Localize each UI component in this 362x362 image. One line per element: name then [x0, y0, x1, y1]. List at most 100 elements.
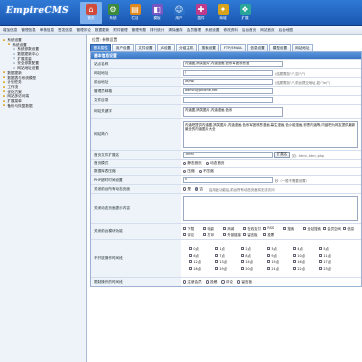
module-checkbox[interactable]: 信息 — [343, 226, 361, 231]
hour-checkbox[interactable]: 17点 — [319, 259, 345, 264]
tab-1[interactable]: 用户设置 — [112, 44, 134, 51]
module-checkbox[interactable]: 下载 — [183, 226, 203, 231]
submenu-item[interactable]: 签发信息 — [58, 28, 72, 33]
hour-checkbox[interactable]: 14点 — [241, 259, 267, 264]
hour-checkbox[interactable]: 15点 — [267, 259, 293, 264]
submenu-item[interactable]: 附件管理 — [113, 28, 127, 33]
nav-item-2[interactable]: ▤ 栏目 — [124, 2, 146, 24]
module-checkbox[interactable]: 搜索 — [283, 226, 303, 231]
module-checkbox[interactable]: 商城 — [223, 226, 243, 231]
submenu-item[interactable]: 网站首页 — [260, 28, 274, 33]
restrict-checkbox[interactable]: 留言板 — [236, 280, 252, 285]
close-front-yes-radio[interactable]: 是 — [183, 187, 191, 192]
submenu-item[interactable]: 审核信息 — [40, 28, 54, 33]
hour-checkbox[interactable]: 21点 — [267, 266, 293, 271]
logo[interactable]: EmpireCMS — [6, 6, 69, 16]
submenu-item[interactable]: 修改资料 — [224, 28, 238, 33]
hour-checkbox[interactable]: 20点 — [241, 266, 267, 271]
submenu-item[interactable]: 管理专题 — [132, 28, 146, 33]
hour-checkbox[interactable]: 18点 — [189, 266, 215, 271]
hour-checkbox[interactable]: 13点 — [215, 259, 241, 264]
tab-8[interactable]: 模型设置 — [269, 44, 291, 51]
restrict-checkbox[interactable]: 注册会员 — [183, 280, 202, 285]
tab-4[interactable]: 分组主机 — [175, 44, 198, 51]
file-mgmt-field[interactable] — [183, 97, 273, 103]
compress-no-radio[interactable]: 不压缩 — [198, 169, 214, 174]
module-checkbox[interactable]: 打印 — [203, 232, 223, 237]
close-reason-field[interactable] — [183, 196, 358, 221]
module-checkbox[interactable]: 在线支付 — [243, 226, 263, 231]
submenu-item[interactable]: 系统设置 — [205, 28, 219, 33]
nav-item-6[interactable]: ✦ 商城 — [212, 2, 234, 24]
hour-checkbox[interactable]: 12点 — [189, 259, 215, 264]
submenu-item[interactable]: 排行统计 — [150, 28, 164, 33]
front-url-label: 前台地址 — [91, 78, 181, 86]
compress-yes-radio[interactable]: 压缩 — [183, 169, 195, 174]
submenu-item[interactable]: 清除缓存 — [168, 28, 182, 33]
nav-item-1[interactable]: ⚙ 系统 — [102, 2, 124, 24]
index-mode-dynamic-radio[interactable]: 动态首页 — [205, 161, 225, 166]
hour-checkbox[interactable]: 9点 — [267, 253, 293, 258]
module-label: 电影 — [207, 226, 215, 231]
extend-icon: ❖ — [239, 4, 251, 15]
tab-5[interactable]: 搜索设置 — [198, 44, 220, 51]
nav-item-7[interactable]: ❖ 扩展 — [234, 2, 256, 24]
tab-7[interactable]: 信息设置 — [246, 44, 269, 51]
module-checkbox[interactable]: RSS — [263, 226, 283, 231]
module-checkbox[interactable]: 外部链接 — [223, 232, 243, 237]
php-time-field[interactable]: 0 — [183, 177, 273, 183]
close-front-no-radio[interactable]: 否 — [194, 187, 203, 192]
submenu-item[interactable]: 数据更新 — [95, 28, 109, 33]
hour-checkbox[interactable]: 1点 — [215, 246, 241, 251]
keywords-field[interactable]: 内涵图,搞笑图片,内涵漫画,色系 — [183, 106, 283, 117]
restrict-checkbox[interactable]: 评论 — [221, 280, 233, 285]
site-url-field[interactable]: / — [183, 70, 273, 76]
checkbox-box — [283, 226, 287, 230]
nav-item-5[interactable]: ✚ 插件 — [190, 2, 212, 24]
description-field[interactable]: 内涵吧提供内涵图,搞笑图片,内涵漫画,色系军团邪恶漫画,幕生漫画,色小组漫画,邪… — [183, 121, 358, 148]
submenu-item[interactable]: 会员管理 — [187, 28, 201, 33]
restrict-checkbox[interactable]: 投稿 — [205, 280, 217, 285]
tab-3[interactable]: JS设置 — [157, 44, 175, 51]
tab-0[interactable]: 基本属性 — [90, 44, 112, 51]
hour-checkbox[interactable]: 2点 — [241, 246, 267, 251]
hour-checkbox[interactable]: 23点 — [319, 266, 345, 271]
index-ext-field[interactable]: .html — [183, 152, 273, 158]
hour-checkbox[interactable]: 22点 — [293, 266, 319, 271]
hour-checkbox[interactable]: 11点 — [319, 253, 345, 258]
index-ext-select-button[interactable]: 扩展名 — [274, 152, 291, 158]
tab-6[interactable]: FTP/EMAIL — [220, 44, 246, 51]
module-checkbox[interactable]: 电影 — [203, 226, 223, 231]
submenu-item[interactable]: 管理信息 — [21, 28, 35, 33]
tab-2[interactable]: 文件设置 — [134, 44, 157, 51]
hour-checkbox[interactable]: 8点 — [241, 253, 267, 258]
module-checkbox[interactable]: 评论 — [183, 232, 203, 237]
hour-checkbox[interactable]: 3点 — [267, 246, 293, 251]
submenu-item[interactable]: 后台首页 — [242, 28, 256, 33]
site-name-field[interactable]: 内涵图,搞笑图片,内涵漫画,色系军团邪恶漫 — [183, 61, 283, 67]
hour-checkbox[interactable]: 0点 — [189, 246, 215, 251]
hour-checkbox[interactable]: 10点 — [293, 253, 319, 258]
hour-checkbox[interactable]: 7点 — [215, 253, 241, 258]
sidebar-item[interactable]: ▪ 备份与恢复数据 — [2, 103, 84, 109]
hour-checkbox[interactable]: 5点 — [319, 246, 345, 251]
tab-9[interactable]: 网站地址 — [291, 44, 313, 51]
nav-item-3[interactable]: ◧ 模板 — [146, 2, 168, 24]
submenu-item[interactable]: 管理评论 — [77, 28, 91, 33]
nav-item-4[interactable]: ☺ 用户 — [168, 2, 190, 24]
front-url-field[interactable]: /e/fw/ — [183, 79, 273, 85]
hour-checkbox[interactable]: 19点 — [215, 266, 241, 271]
nav-item-label: 栏目 — [131, 16, 139, 20]
submenu-item[interactable]: 增加信息 — [3, 28, 17, 33]
module-checkbox[interactable]: 全站搜索 — [303, 226, 323, 231]
nav-item-0[interactable]: ⌂ 首页 — [80, 2, 102, 24]
module-checkbox[interactable]: 投票 — [263, 232, 283, 237]
module-checkbox[interactable]: 留言板 — [243, 232, 263, 237]
module-checkbox[interactable]: 会员空间 — [323, 226, 343, 231]
hour-checkbox[interactable]: 6点 — [189, 253, 215, 258]
index-mode-static-radio[interactable]: 静态首页 — [183, 161, 202, 166]
hour-checkbox[interactable]: 16点 — [293, 259, 319, 264]
submenu-item[interactable]: 后台地图 — [279, 28, 293, 33]
hour-checkbox[interactable]: 4点 — [293, 246, 319, 251]
email-field[interactable]: admin@phome.net — [183, 88, 273, 94]
